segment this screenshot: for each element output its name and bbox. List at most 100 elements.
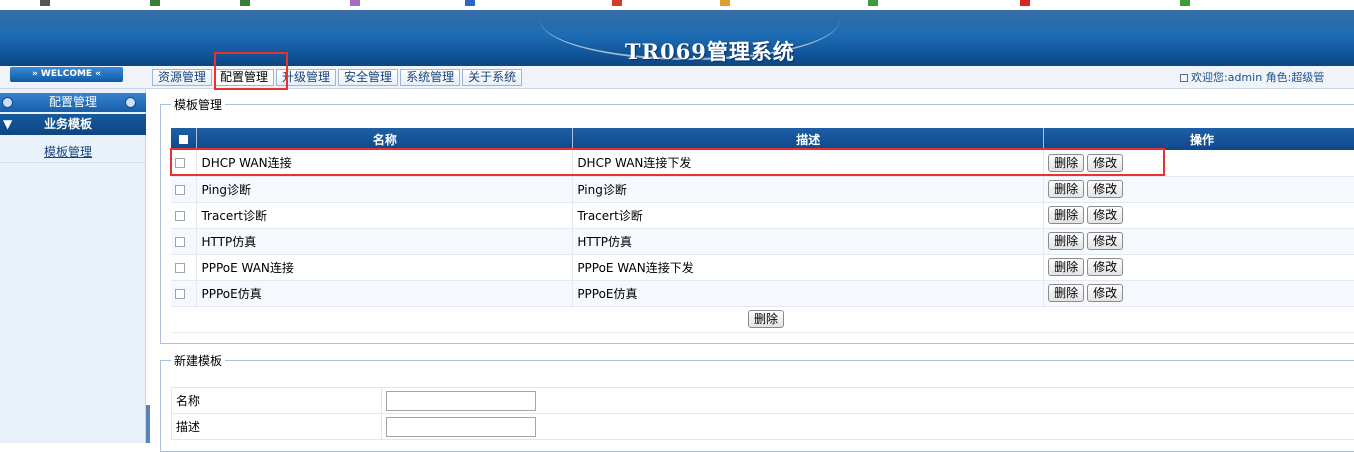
welcome-badge: » WELCOME « <box>10 67 123 82</box>
sidebar-item-template-manage: 模板管理 <box>0 141 146 163</box>
app-banner: TR069管理系统 <box>0 10 1354 66</box>
row-checkbox[interactable] <box>175 211 185 221</box>
row-desc: PPPoE WAN连接下发 <box>573 254 1044 280</box>
tab-resource[interactable]: 资源管理 <box>152 69 212 86</box>
sidebar: 配置管理 ▼ 业务模板 模板管理 <box>0 89 146 443</box>
row-checkbox[interactable] <box>175 237 185 247</box>
row-checkbox[interactable] <box>175 289 185 299</box>
bookmark-icon[interactable] <box>1180 0 1190 6</box>
name-input-cell <box>381 388 1354 414</box>
sidebar-header-label: 配置管理 <box>49 95 97 109</box>
row-actions: 删除修改 <box>1044 202 1354 228</box>
sidebar-item-link[interactable]: 模板管理 <box>44 143 92 160</box>
row-edit-button[interactable]: 修改 <box>1087 206 1123 224</box>
name-input[interactable] <box>386 391 536 411</box>
bookmark-icon[interactable] <box>240 0 250 6</box>
user-info: 欢迎您:admin 角色:超级管 <box>1180 69 1324 86</box>
bulk-delete-button[interactable]: 删除 <box>748 310 784 328</box>
row-checkbox-cell <box>171 176 197 202</box>
table-header-row: 名称 描述 操作 <box>171 128 1354 150</box>
row-name: Tracert诊断 <box>197 202 573 228</box>
row-desc: DHCP WAN连接下发 <box>573 150 1044 176</box>
table-row: Tracert诊断 Tracert诊断 删除修改 <box>171 202 1354 228</box>
user-info-text: 欢迎您:admin 角色:超级管 <box>1191 71 1324 84</box>
row-actions: 删除修改 <box>1044 150 1354 176</box>
app-title: TR069管理系统 <box>625 36 795 66</box>
template-table: 名称 描述 操作 DHCP WAN连接 DHCP WAN连接下发 删除修改 Pi… <box>171 128 1354 333</box>
table-row: PPPoE仿真 PPPoE仿真 删除修改 <box>171 280 1354 306</box>
row-checkbox-cell <box>171 150 197 176</box>
template-manage-legend: 模板管理 <box>171 96 225 113</box>
row-checkbox-cell <box>171 254 197 280</box>
bookmark-icon[interactable] <box>465 0 475 6</box>
tab-about[interactable]: 关于系统 <box>462 69 522 86</box>
collapse-right-icon[interactable] <box>125 97 136 108</box>
user-icon <box>1180 74 1188 82</box>
row-checkbox[interactable] <box>175 263 185 273</box>
row-edit-button[interactable]: 修改 <box>1087 232 1123 250</box>
form-row-desc: 描述 <box>172 414 1354 440</box>
col-action: 操作 <box>1044 128 1354 150</box>
select-all-cell <box>171 128 197 150</box>
col-desc: 描述 <box>573 128 1044 150</box>
sidebar-scrollbar[interactable] <box>146 405 150 443</box>
row-delete-button[interactable]: 删除 <box>1048 232 1084 250</box>
row-name: PPPoE仿真 <box>197 280 573 306</box>
row-delete-button[interactable]: 删除 <box>1048 180 1084 198</box>
bookmark-icon[interactable] <box>350 0 360 6</box>
top-nav-bar: » WELCOME « 资源管理 配置管理 升级管理 安全管理 系统管理 关于系… <box>0 66 1354 89</box>
sidebar-header: 配置管理 <box>0 93 146 112</box>
row-actions: 删除修改 <box>1044 176 1354 202</box>
table-row: DHCP WAN连接 DHCP WAN连接下发 删除修改 <box>171 150 1354 176</box>
table-row: HTTP仿真 HTTP仿真 删除修改 <box>171 228 1354 254</box>
triangle-down-icon: ▼ <box>3 114 12 135</box>
row-delete-button[interactable]: 删除 <box>1048 154 1084 172</box>
select-all-checkbox[interactable] <box>179 135 188 144</box>
name-label: 名称 <box>172 388 382 414</box>
row-actions: 删除修改 <box>1044 254 1354 280</box>
row-delete-button[interactable]: 删除 <box>1048 206 1084 224</box>
col-name: 名称 <box>197 128 573 150</box>
table-row: Ping诊断 Ping诊断 删除修改 <box>171 176 1354 202</box>
collapse-left-icon[interactable] <box>2 97 13 108</box>
bookmark-icon[interactable] <box>720 0 730 6</box>
sidebar-section-label: 业务模板 <box>44 114 92 135</box>
row-edit-button[interactable]: 修改 <box>1087 154 1123 172</box>
bookmarks-bar <box>0 0 1354 10</box>
tab-upgrade[interactable]: 升级管理 <box>276 69 336 86</box>
new-template-legend: 新建模板 <box>171 352 225 369</box>
bookmark-icon[interactable] <box>868 0 878 6</box>
form-row-name: 名称 <box>172 388 1354 414</box>
new-template-form: 名称 描述 <box>171 387 1354 440</box>
row-name: DHCP WAN连接 <box>197 150 573 176</box>
bookmark-icon[interactable] <box>612 0 622 6</box>
row-checkbox[interactable] <box>175 158 185 168</box>
table-row: PPPoE WAN连接 PPPoE WAN连接下发 删除修改 <box>171 254 1354 280</box>
row-actions: 删除修改 <box>1044 228 1354 254</box>
row-checkbox-cell <box>171 202 197 228</box>
row-desc: PPPoE仿真 <box>573 280 1044 306</box>
tab-security[interactable]: 安全管理 <box>338 69 398 86</box>
sidebar-section-business-template[interactable]: ▼ 业务模板 <box>0 114 146 135</box>
row-checkbox-cell <box>171 280 197 306</box>
tab-config[interactable]: 配置管理 <box>214 69 274 86</box>
row-name: HTTP仿真 <box>197 228 573 254</box>
desc-input-cell <box>381 414 1354 440</box>
row-name: Ping诊断 <box>197 176 573 202</box>
row-checkbox[interactable] <box>175 185 185 195</box>
row-desc: Tracert诊断 <box>573 202 1044 228</box>
row-name: PPPoE WAN连接 <box>197 254 573 280</box>
desc-label: 描述 <box>172 414 382 440</box>
tab-system[interactable]: 系统管理 <box>400 69 460 86</box>
bookmark-icon[interactable] <box>40 0 50 6</box>
row-checkbox-cell <box>171 228 197 254</box>
main-tabs: 资源管理 配置管理 升级管理 安全管理 系统管理 关于系统 <box>152 69 524 86</box>
row-delete-button[interactable]: 删除 <box>1048 258 1084 276</box>
row-edit-button[interactable]: 修改 <box>1087 284 1123 302</box>
bookmark-icon[interactable] <box>1020 0 1030 6</box>
row-edit-button[interactable]: 修改 <box>1087 258 1123 276</box>
bookmark-icon[interactable] <box>150 0 160 6</box>
desc-input[interactable] <box>386 417 536 437</box>
row-edit-button[interactable]: 修改 <box>1087 180 1123 198</box>
row-delete-button[interactable]: 删除 <box>1048 284 1084 302</box>
